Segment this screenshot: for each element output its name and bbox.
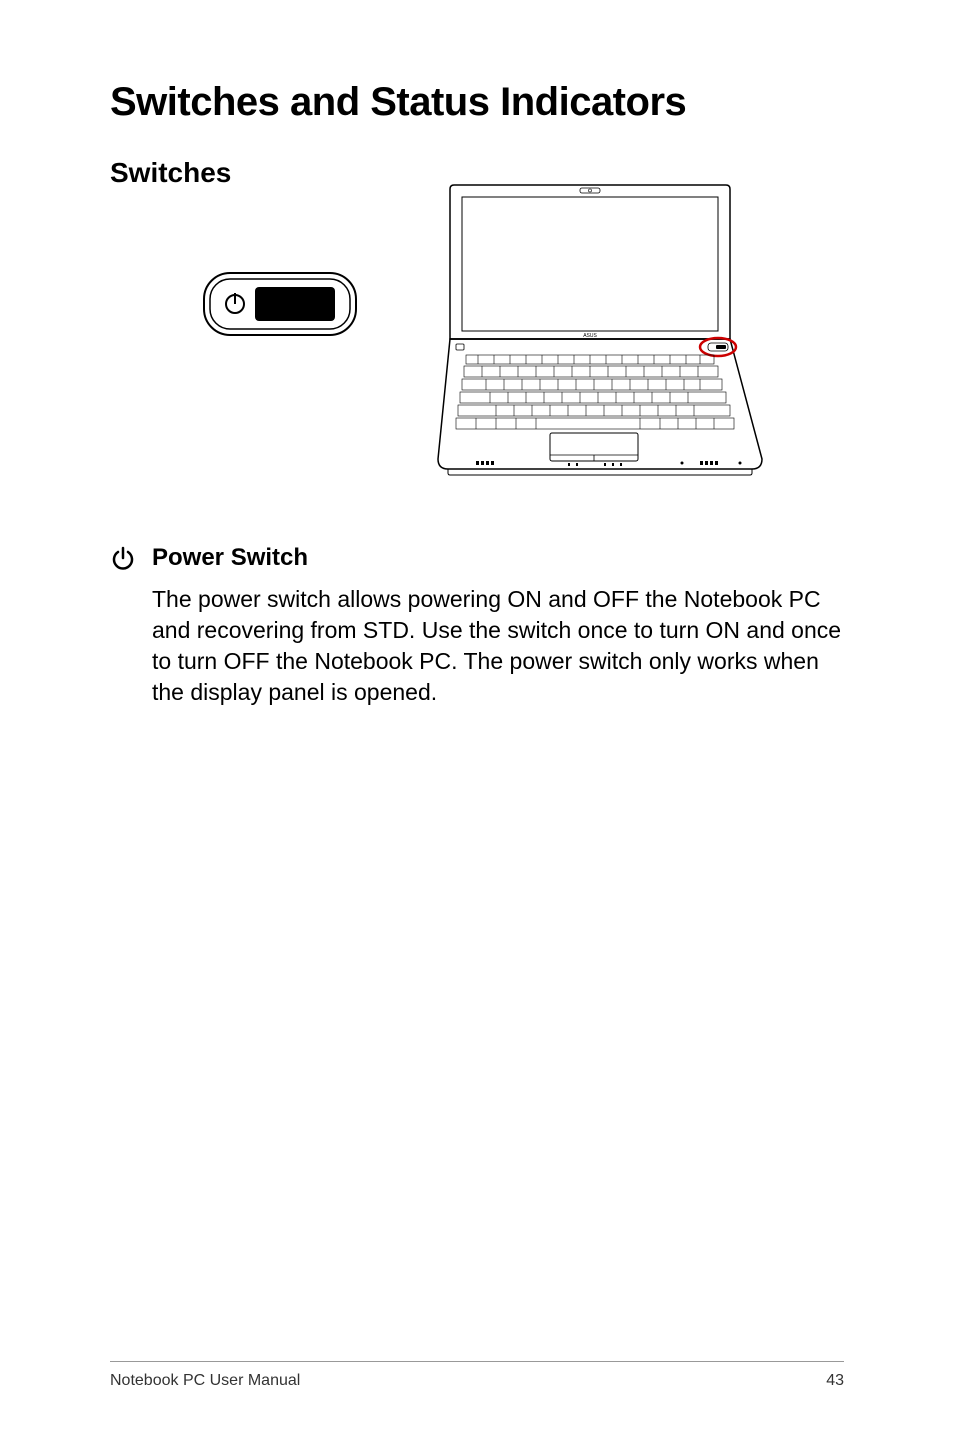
page-title: Switches and Status Indicators <box>110 80 844 125</box>
footer-document-name: Notebook PC User Manual <box>110 1372 300 1390</box>
footer-page-number: 43 <box>826 1372 844 1390</box>
section-body: The power switch allows powering ON and … <box>152 584 844 708</box>
power-switch-section: Power Switch The power switch allows pow… <box>110 544 844 708</box>
power-icon <box>110 546 136 577</box>
section-title: Power Switch <box>152 544 844 572</box>
illustrations-container: ASUS <box>110 209 844 484</box>
svg-text:ASUS: ASUS <box>583 333 597 339</box>
switch-closeup-diagram <box>200 269 360 344</box>
laptop-diagram: ASUS <box>420 179 780 484</box>
page-footer: Notebook PC User Manual 43 <box>110 1361 844 1390</box>
